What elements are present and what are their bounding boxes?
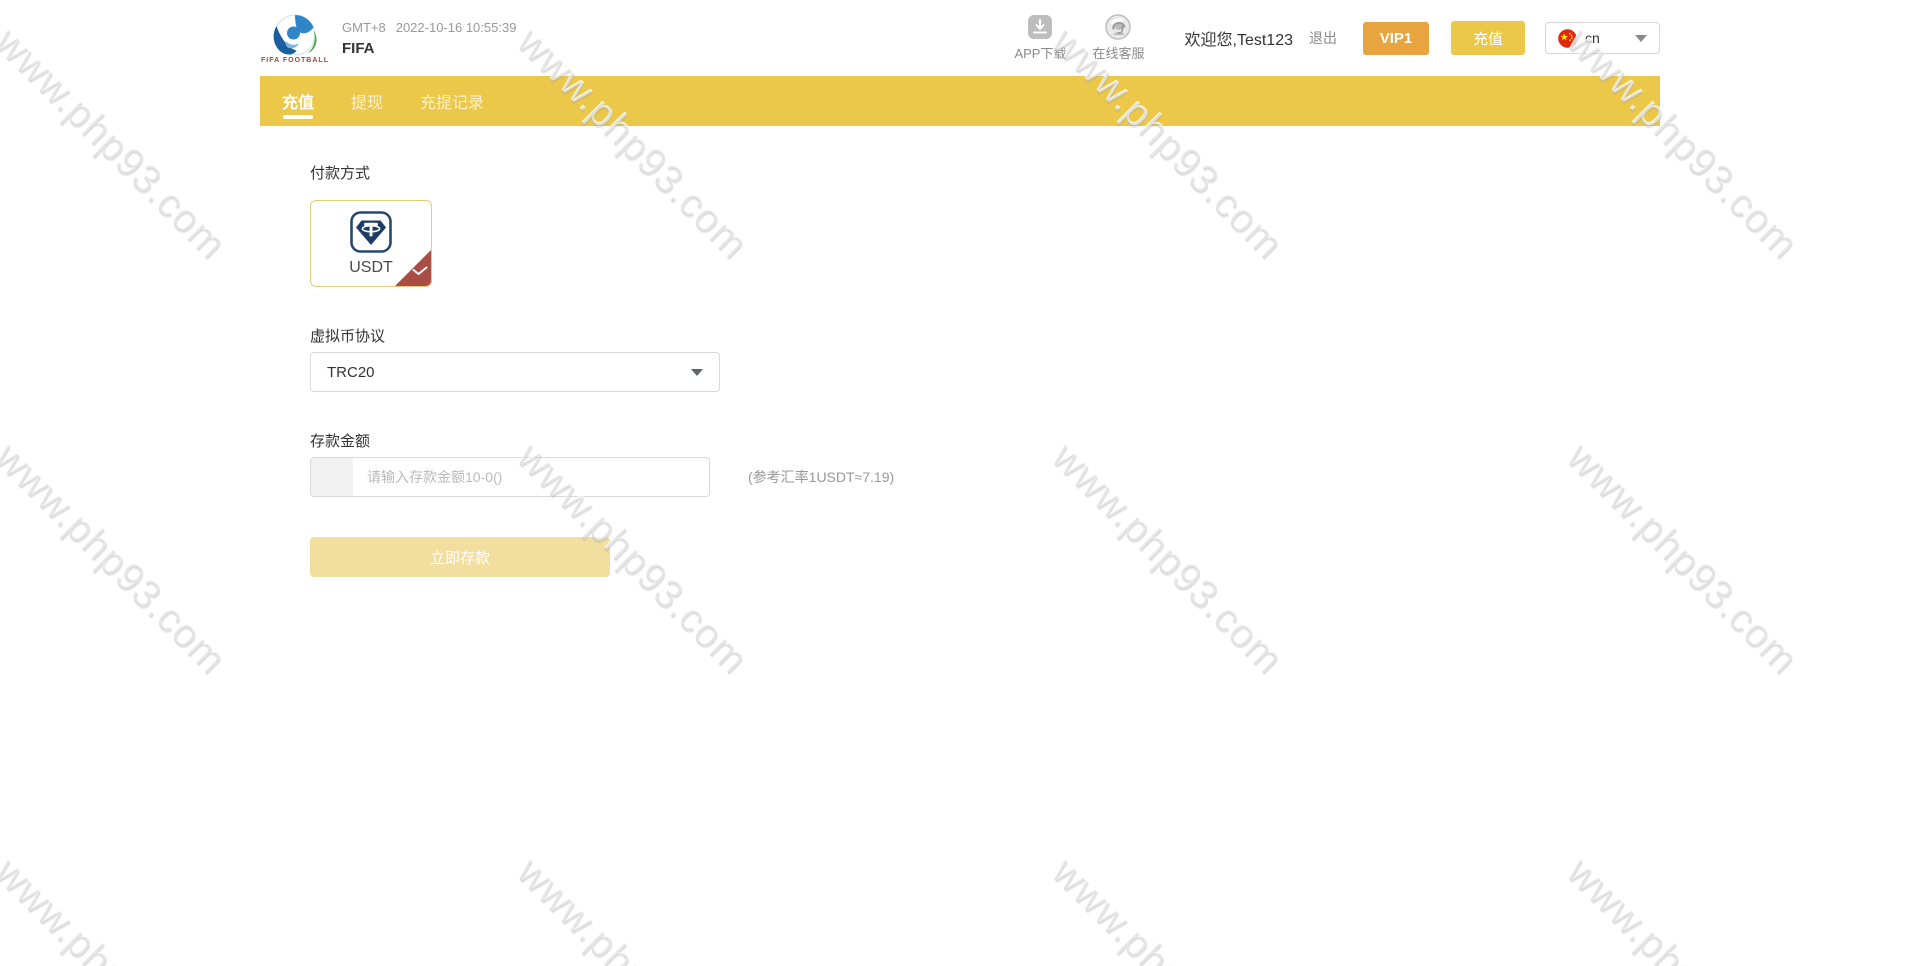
recharge-form: 付款方式 USDT 虚拟币协议 TRC20 bbox=[260, 126, 1660, 577]
chevron-down-icon bbox=[1635, 35, 1647, 42]
check-icon bbox=[412, 263, 428, 281]
language-select[interactable]: cn bbox=[1545, 22, 1660, 54]
tab-withdraw[interactable]: 提现 bbox=[351, 76, 383, 126]
payment-method-usdt-card[interactable]: USDT bbox=[310, 200, 432, 287]
welcome-text: 欢迎您,Test123 bbox=[1185, 26, 1294, 50]
app-download-label: APP下载 bbox=[1014, 43, 1066, 62]
active-tab-underline bbox=[283, 115, 313, 119]
tab-recharge-label: 充值 bbox=[282, 89, 314, 113]
header: FIFA FOOTBALL GMT+8 2022-10-16 10:55:39 F… bbox=[0, 0, 1920, 76]
tab-withdraw-label: 提现 bbox=[351, 89, 383, 113]
chevron-down-icon bbox=[691, 369, 703, 376]
logout-link[interactable]: 退出 bbox=[1309, 28, 1337, 48]
protocol-label: 虚拟币协议 bbox=[310, 325, 1660, 346]
time-block: GMT+8 2022-10-16 10:55:39 FIFA bbox=[342, 20, 516, 57]
tab-records[interactable]: 充提记录 bbox=[420, 76, 484, 126]
amount-label: 存款金额 bbox=[310, 430, 1660, 451]
amount-input-group bbox=[310, 457, 710, 497]
tab-records-label: 充提记录 bbox=[420, 89, 484, 113]
amount-input[interactable] bbox=[353, 458, 709, 496]
vip-badge: VIP1 bbox=[1363, 22, 1429, 55]
site-logo[interactable]: FIFA FOOTBALL bbox=[260, 13, 330, 64]
protocol-select[interactable]: TRC20 bbox=[310, 352, 720, 392]
header-recharge-button[interactable]: 充值 bbox=[1451, 21, 1525, 55]
customer-service-icon bbox=[1105, 14, 1131, 40]
logo-caption: FIFA FOOTBALL bbox=[261, 57, 329, 64]
protocol-selected-value: TRC20 bbox=[327, 364, 375, 381]
language-code: cn bbox=[1585, 30, 1600, 46]
payment-method-label: 付款方式 bbox=[310, 162, 1660, 183]
usdt-tether-icon bbox=[349, 210, 393, 254]
app-download-icon bbox=[1027, 14, 1053, 40]
customer-service-label: 在线客服 bbox=[1092, 43, 1144, 62]
watermark-text: www.php93.com bbox=[1043, 850, 1292, 966]
watermark-text: www.php93.com bbox=[0, 850, 235, 966]
exchange-rate-note: (参考汇率1USDT≈7.19) bbox=[748, 467, 894, 487]
payment-method-name: USDT bbox=[349, 259, 393, 277]
timezone-label: GMT+8 bbox=[342, 20, 386, 35]
tab-recharge[interactable]: 充值 bbox=[282, 76, 314, 126]
site-name: FIFA bbox=[342, 40, 516, 57]
cn-flag-icon bbox=[1558, 29, 1577, 48]
amount-input-prefix bbox=[311, 458, 353, 496]
watermark-text: www.php93.com bbox=[1558, 850, 1807, 966]
main-nav: 充值 提现 充提记录 bbox=[260, 76, 1660, 126]
customer-service-link[interactable]: 在线客服 bbox=[1092, 14, 1144, 62]
watermark-text: www.php93.com bbox=[508, 850, 757, 966]
datetime-label: 2022-10-16 10:55:39 bbox=[396, 20, 517, 35]
football-logo-icon bbox=[266, 13, 324, 59]
watermark-text: www.php93.com bbox=[0, 435, 235, 684]
deposit-submit-button[interactable]: 立即存款 bbox=[310, 537, 610, 577]
app-download-link[interactable]: APP下载 bbox=[1014, 14, 1066, 62]
